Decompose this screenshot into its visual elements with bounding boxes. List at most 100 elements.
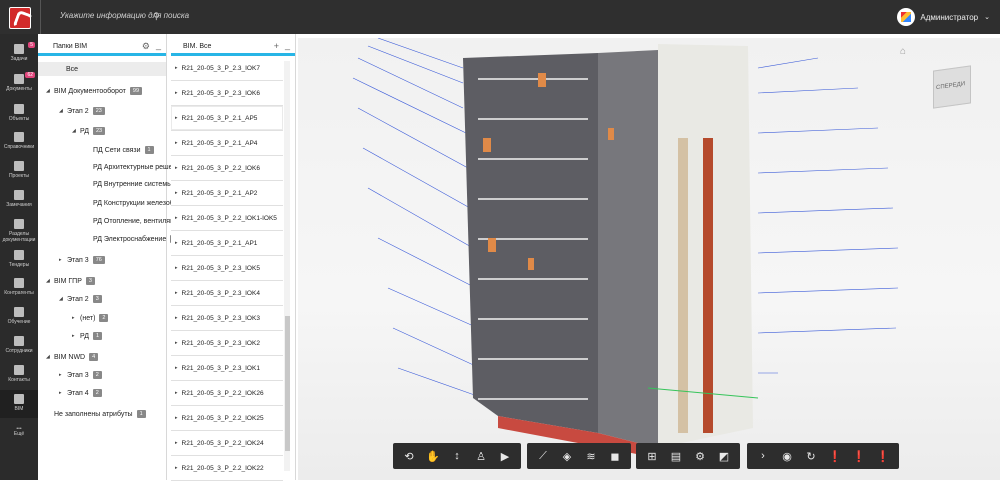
expand-arrow-icon[interactable]: ◢ (59, 296, 67, 302)
expand-arrow-icon[interactable]: ◢ (46, 278, 54, 284)
expand-arrow-icon[interactable]: ◢ (46, 88, 54, 94)
tree-row[interactable]: РД Архитектурные реше… (85, 160, 180, 174)
bim-3d-viewer[interactable]: ⌂ СПЕРЕДИ (298, 38, 1000, 480)
layers-icon[interactable]: ≋ (579, 445, 603, 467)
expand-arrow-icon[interactable]: ▸ (175, 240, 178, 246)
model-row[interactable]: ▸ R21_20-05_3_P_2.2_IOK24 (171, 431, 283, 456)
model-row[interactable]: ▸ R21_20-05_3_P_2.3_IOK3 (171, 306, 283, 331)
search-input[interactable]: Укажите информацию для поиска (60, 11, 189, 20)
scrollbar-thumb[interactable] (285, 316, 290, 451)
expand-arrow-icon[interactable]: ▸ (175, 415, 178, 421)
user-menu[interactable]: Администратор ⌄ (897, 8, 990, 26)
model-row[interactable]: ▸ R21_20-05_3_P_2.3_IOK7 (171, 56, 283, 81)
sidebar-item-training[interactable]: Обучение (0, 307, 38, 325)
tree-row[interactable]: ◢ РД 23 (72, 124, 106, 138)
tree-row[interactable]: ◢ BIM NWD 4 (46, 350, 99, 364)
sidebar-item-references[interactable]: Справочники (0, 132, 38, 150)
sidebar-item-tasks[interactable]: Задачи 5 (0, 42, 38, 62)
expand-arrow-icon[interactable]: ▸ (175, 390, 178, 396)
navigation-cube[interactable]: СПЕРЕДИ (933, 65, 971, 109)
updown-icon[interactable]: ↕ (445, 445, 469, 467)
sidebar-item-remarks[interactable]: Замечания (0, 190, 38, 208)
sidebar-item-contacts[interactable]: Контакты (0, 365, 38, 383)
sidebar-item-employees[interactable]: Сотрудники (0, 336, 38, 354)
expand-arrow-icon[interactable]: ▸ (175, 365, 178, 371)
expand-arrow-icon[interactable]: ▸ (175, 140, 178, 146)
section-icon[interactable]: ◈ (555, 445, 579, 467)
tree-row[interactable]: ▸ Этап 42 (59, 386, 102, 400)
tree-row[interactable]: ◢ BIM Документооборот 99 (46, 84, 143, 98)
tree-row[interactable]: Не заполнены атрибуты 1 (46, 407, 146, 421)
tree-row[interactable]: ◢ Этап 23 (59, 292, 102, 306)
minimize-icon[interactable]: _ (156, 40, 161, 50)
sidebar-item-projects[interactable]: Проекты (0, 161, 38, 179)
expand-arrow-icon[interactable]: ▸ (175, 90, 178, 96)
person-icon[interactable]: ♙ (469, 445, 493, 467)
tree-row[interactable]: ▸ Этап 32 (59, 368, 102, 382)
alert-icon[interactable]: ❗ (871, 445, 895, 467)
sidebar-item-bim[interactable]: BIM (0, 390, 38, 418)
expand-arrow-icon[interactable]: ◢ (59, 108, 67, 114)
expand-arrow-icon[interactable]: ▸ (175, 340, 178, 346)
sidebar-item-documents[interactable]: Документы 62 (0, 72, 38, 92)
next-icon[interactable]: › (751, 445, 775, 467)
ruler-icon[interactable]: ⟋ (531, 445, 555, 467)
sidebar-item-more[interactable]: ••• Ещё (0, 426, 38, 437)
model-row[interactable]: ▸ R21_20-05_3_P_2.3_IOK2 (171, 331, 283, 356)
sidebar-item-objects[interactable]: Объекты (0, 104, 38, 122)
tree-row[interactable]: РД Конструкции железоб… (85, 196, 181, 210)
expand-arrow-icon[interactable]: ▸ (175, 315, 178, 321)
tree-row[interactable]: РД Электроснабжение1 (85, 232, 180, 246)
model-row[interactable]: ▸ R21_20-05_3_P_2.3_IOK4 (171, 281, 283, 306)
model-row[interactable]: ▸ R21_20-05_3_P_2.3_IOK1 (171, 356, 283, 381)
refresh-icon[interactable]: ↻ (799, 445, 823, 467)
expand-arrow-icon[interactable]: ◢ (46, 354, 54, 360)
logo-icon[interactable] (9, 7, 31, 29)
tree-row[interactable]: ▸ (нет) 2 (72, 311, 109, 325)
expand-arrow-icon[interactable]: ▸ (175, 190, 178, 196)
model-row[interactable]: ▸ R21_20-05_3_P_2.2_IOK26 (171, 381, 283, 406)
eye-icon[interactable]: ◉ (775, 445, 799, 467)
alert-icon[interactable]: ❗ (823, 445, 847, 467)
hand-icon[interactable]: ✋ (421, 445, 445, 467)
tree-icon[interactable]: ⊞ (640, 445, 664, 467)
properties-icon[interactable]: ▤ (664, 445, 688, 467)
model-row[interactable]: ▸ R21_20-05_3_P_2.3_IOK5 (171, 256, 283, 281)
expand-arrow-icon[interactable]: ▸ (175, 465, 178, 471)
tree-row[interactable]: РД Внутренние системы … (85, 177, 181, 191)
sidebar-item-contractors[interactable]: Контрагенты (0, 278, 38, 296)
fullscreen-icon[interactable]: ◩ (712, 445, 736, 467)
tree-row[interactable]: ПД Сети связи 1 (85, 143, 154, 157)
model-row[interactable]: ▸ R21_20-05_3_P_2.2_IOK1-IOK5 (171, 206, 283, 231)
orbit-icon[interactable]: ⟲ (397, 445, 421, 467)
camera-icon[interactable]: ▶ (493, 445, 517, 467)
expand-arrow-icon[interactable]: ▸ (59, 372, 67, 378)
tree-row[interactable]: Все (38, 62, 166, 76)
expand-arrow-icon[interactable]: ◢ (72, 128, 80, 134)
model-row[interactable]: ▸ R21_20-05_3_P_2.3_IOK6 (171, 81, 283, 106)
model-row[interactable]: ▸ R21_20-05_3_P_2.1_AP1 (171, 231, 283, 256)
sidebar-item-sections[interactable]: Разделы документации (0, 219, 38, 243)
expand-arrow-icon[interactable]: ▸ (59, 257, 67, 263)
expand-arrow-icon[interactable]: ▸ (175, 290, 178, 296)
expand-arrow-icon[interactable]: ▸ (59, 390, 67, 396)
model-row[interactable]: ▸ R21_20-05_3_P_2.1_AP4 (171, 131, 283, 156)
tree-row[interactable]: ◢ Этап 2 23 (59, 104, 105, 118)
search-icon[interactable]: ⚲ (153, 11, 160, 22)
cube-icon[interactable]: ◼ (603, 445, 627, 467)
home-icon[interactable]: ⌂ (900, 46, 906, 57)
model-row[interactable]: ▸ R21_20-05_3_P_2.1_AP5 (171, 106, 283, 131)
model-row[interactable]: ▸ R21_20-05_3_P_2.2_IOK6 (171, 156, 283, 181)
tree-row[interactable]: ◢ BIM ГПР 3 (46, 274, 95, 288)
alert-icon[interactable]: ❗ (847, 445, 871, 467)
expand-arrow-icon[interactable]: ▸ (72, 333, 80, 339)
settings-icon[interactable]: ⚙ (688, 445, 712, 467)
tree-row[interactable]: ▸ Этап 3 76 (59, 253, 105, 267)
expand-arrow-icon[interactable]: ▸ (175, 165, 178, 171)
tree-row[interactable]: РД Отопление, вентиляц… (85, 214, 181, 228)
expand-arrow-icon[interactable]: ▸ (175, 115, 178, 121)
sidebar-item-tenders[interactable]: Тендеры (0, 250, 38, 268)
minimize-icon[interactable]: _ (285, 40, 290, 50)
tree-row[interactable]: ▸ РД 1 (72, 329, 103, 343)
expand-arrow-icon[interactable]: ▸ (175, 215, 178, 221)
